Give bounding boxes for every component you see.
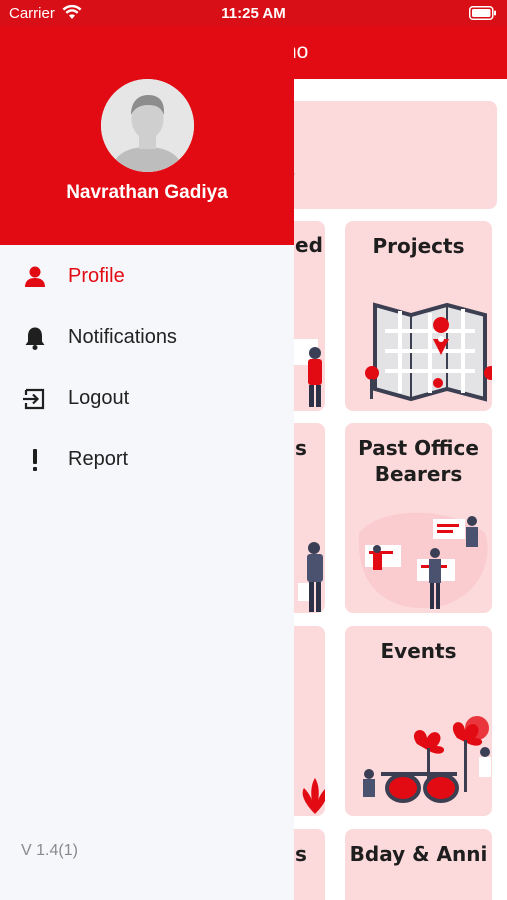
menu-item-logout[interactable]: Logout — [0, 373, 294, 425]
tile-projects[interactable]: Projects — [345, 221, 492, 411]
person-icon — [25, 266, 45, 287]
menu-label-logout: Logout — [68, 387, 130, 409]
battery-icon — [469, 6, 496, 20]
status-bar: Carrier 11:25 AM — [0, 0, 507, 26]
city-map-illustration — [365, 302, 492, 402]
app-version: V 1.4(1) — [21, 842, 78, 859]
people-presentation-illustration — [358, 512, 488, 609]
logout-icon — [23, 388, 45, 410]
menu-label-notifications: Notifications — [68, 326, 177, 348]
bell-icon — [25, 327, 45, 350]
navigation-drawer: Navrathan Gadiya Profile Notifications L… — [0, 26, 294, 900]
tile-events[interactable]: Events — [345, 626, 492, 816]
tile-left-4-title: s — [295, 842, 307, 866]
tile-left-1-title: ed — [295, 233, 323, 257]
menu-label-report: Report — [68, 448, 129, 470]
menu-label-profile: Profile — [68, 265, 125, 287]
drawer-header: Navrathan Gadiya — [0, 26, 294, 245]
tile-left-2-title: s — [295, 436, 307, 460]
exclamation-icon — [33, 449, 37, 471]
tile-past-office-bearers[interactable]: Past Office Bearers — [345, 423, 492, 613]
avatar-silhouette — [101, 79, 194, 172]
menu-item-report[interactable]: Report — [0, 434, 294, 486]
user-name: Navrathan Gadiya — [66, 182, 228, 203]
banner-card[interactable] — [280, 101, 497, 209]
menu-item-profile[interactable]: Profile — [0, 251, 294, 303]
palm-trees-sunglasses-illustration — [363, 716, 491, 803]
user-avatar-icon[interactable] — [101, 79, 194, 172]
tile-bday-anni-title: Bday & Anni — [349, 842, 488, 866]
tile-bday-anni[interactable]: Bday & Anni — [345, 829, 492, 900]
status-time: 11:25 AM — [221, 5, 286, 22]
menu-item-notifications[interactable]: Notifications — [0, 312, 294, 364]
